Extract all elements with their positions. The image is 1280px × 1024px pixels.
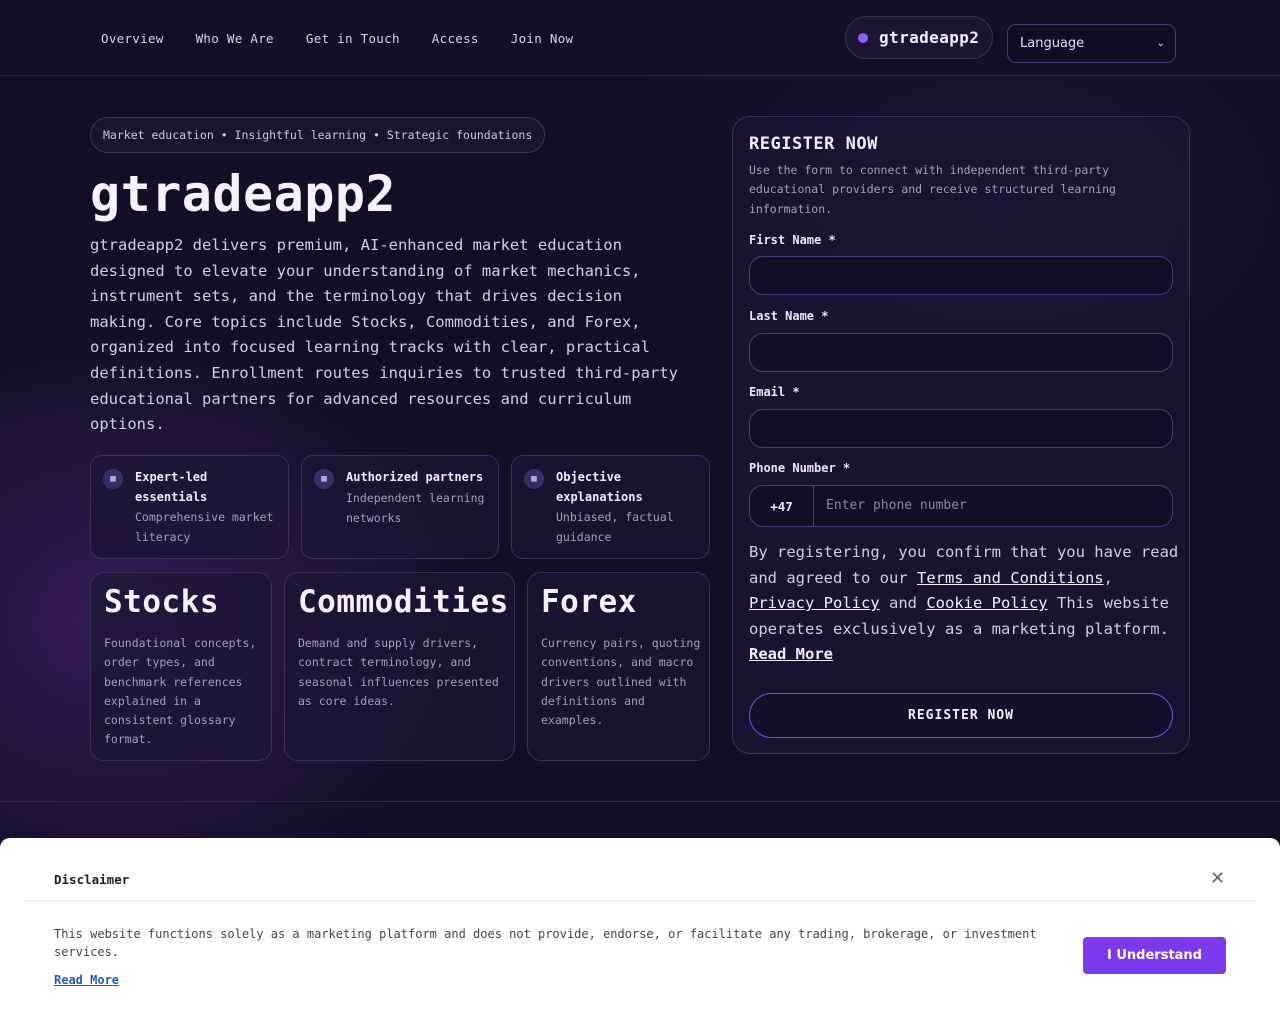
hero-description: gtradeapp2 delivers premium, AI-enhanced… <box>90 236 678 434</box>
disclaimer-text: This website functions solely as a marke… <box>54 927 1037 959</box>
language-label: Language <box>1020 36 1085 51</box>
nav-access[interactable]: Access <box>432 31 479 46</box>
form-title: REGISTER NOW <box>749 134 878 154</box>
phone-field-group: +47 Enter phone number <box>749 485 1173 527</box>
building-icon: ▦ <box>314 469 334 489</box>
brand-name: gtradeapp2 <box>879 28 980 47</box>
topic-card-forex: Forex Currency pairs, quoting convention… <box>527 572 710 761</box>
brand-dot-icon <box>858 32 868 43</box>
first-name-field[interactable] <box>749 256 1173 295</box>
topic-text: Currency pairs, quoting conventions, and… <box>541 636 701 728</box>
nav-get-in-touch[interactable]: Get in Touch <box>306 31 400 46</box>
language-select[interactable]: Language ⌄ <box>1007 24 1176 63</box>
chevron-down-icon: ⌄ <box>1156 38 1165 49</box>
nav-who-we-are[interactable]: Who We Are <box>196 31 274 46</box>
first-name-label: First Name * <box>749 233 836 247</box>
privacy-link[interactable]: Privacy Policy <box>749 594 880 612</box>
topic-text: Demand and supply drivers, contract term… <box>298 636 499 708</box>
main-nav: Overview Who We Are Get in Touch Access … <box>101 31 605 46</box>
nav-join-now[interactable]: Join Now <box>511 31 574 46</box>
building-icon: ▦ <box>103 469 123 489</box>
close-icon[interactable]: ✕ <box>1210 868 1225 889</box>
cookie-link[interactable]: Cookie Policy <box>926 594 1047 612</box>
section-divider <box>0 801 1280 802</box>
topic-title: Commodities <box>298 584 509 620</box>
disclaimer-read-more-link[interactable]: Read More <box>54 973 119 987</box>
page-title: gtradeapp2 <box>90 165 397 223</box>
topic-text: Foundational concepts, order types, and … <box>104 636 257 747</box>
topic-card-commodities: Commodities Demand and supply drivers, c… <box>284 572 515 761</box>
register-form: REGISTER NOW Use the form to connect wit… <box>732 116 1190 754</box>
disclaimer-divider <box>24 900 1256 901</box>
building-icon: ▦ <box>524 469 544 489</box>
country-code-select[interactable]: +47 <box>750 486 814 526</box>
phone-input[interactable]: Enter phone number <box>826 498 967 513</box>
read-more-link[interactable]: Read More <box>749 645 833 663</box>
register-button[interactable]: REGISTER NOW <box>749 693 1173 738</box>
feature-title: Objective explanations <box>556 470 643 504</box>
comma: , <box>1103 568 1113 587</box>
feature-subtitle: Unbiased, factual guidance <box>556 510 674 544</box>
disclaimer-banner: Disclaimer ✕ This website functions sole… <box>0 838 1280 1024</box>
consent-text: By registering, you confirm that you hav… <box>749 540 1179 668</box>
feature-card-objective: ▦ Objective explanations Unbiased, factu… <box>511 455 710 559</box>
terms-link[interactable]: Terms and Conditions <box>917 569 1104 587</box>
topic-title: Forex <box>541 584 637 620</box>
nav-overview[interactable]: Overview <box>101 31 164 46</box>
understand-button[interactable]: I Understand <box>1083 937 1226 974</box>
email-label: Email * <box>749 385 800 399</box>
phone-label: Phone Number * <box>749 461 851 475</box>
last-name-field[interactable] <box>749 333 1173 372</box>
feature-subtitle: Independent learning networks <box>346 491 485 525</box>
feature-card-expert: ▦ Expert-led essentials Comprehensive ma… <box>90 455 289 559</box>
topic-card-stocks: Stocks Foundational concepts, order type… <box>90 572 272 761</box>
feature-title: Expert-led essentials <box>135 470 208 504</box>
feature-title: Authorized partners <box>346 470 484 484</box>
hero-tagline: Market education • Insightful learning •… <box>90 117 546 153</box>
and-text: and <box>879 594 927 613</box>
feature-subtitle: Comprehensive market literacy <box>135 510 274 544</box>
feature-card-partners: ▦ Authorized partners Independent learni… <box>301 455 499 559</box>
email-field[interactable] <box>749 409 1173 448</box>
form-intro: Use the form to connect with independent… <box>749 163 1116 216</box>
topic-title: Stocks <box>104 584 219 620</box>
disclaimer-title: Disclaimer <box>54 872 130 887</box>
site-header: Overview Who We Are Get in Touch Access … <box>0 0 1280 76</box>
brand-logo[interactable]: gtradeapp2 <box>845 16 993 59</box>
last-name-label: Last Name * <box>749 309 829 323</box>
